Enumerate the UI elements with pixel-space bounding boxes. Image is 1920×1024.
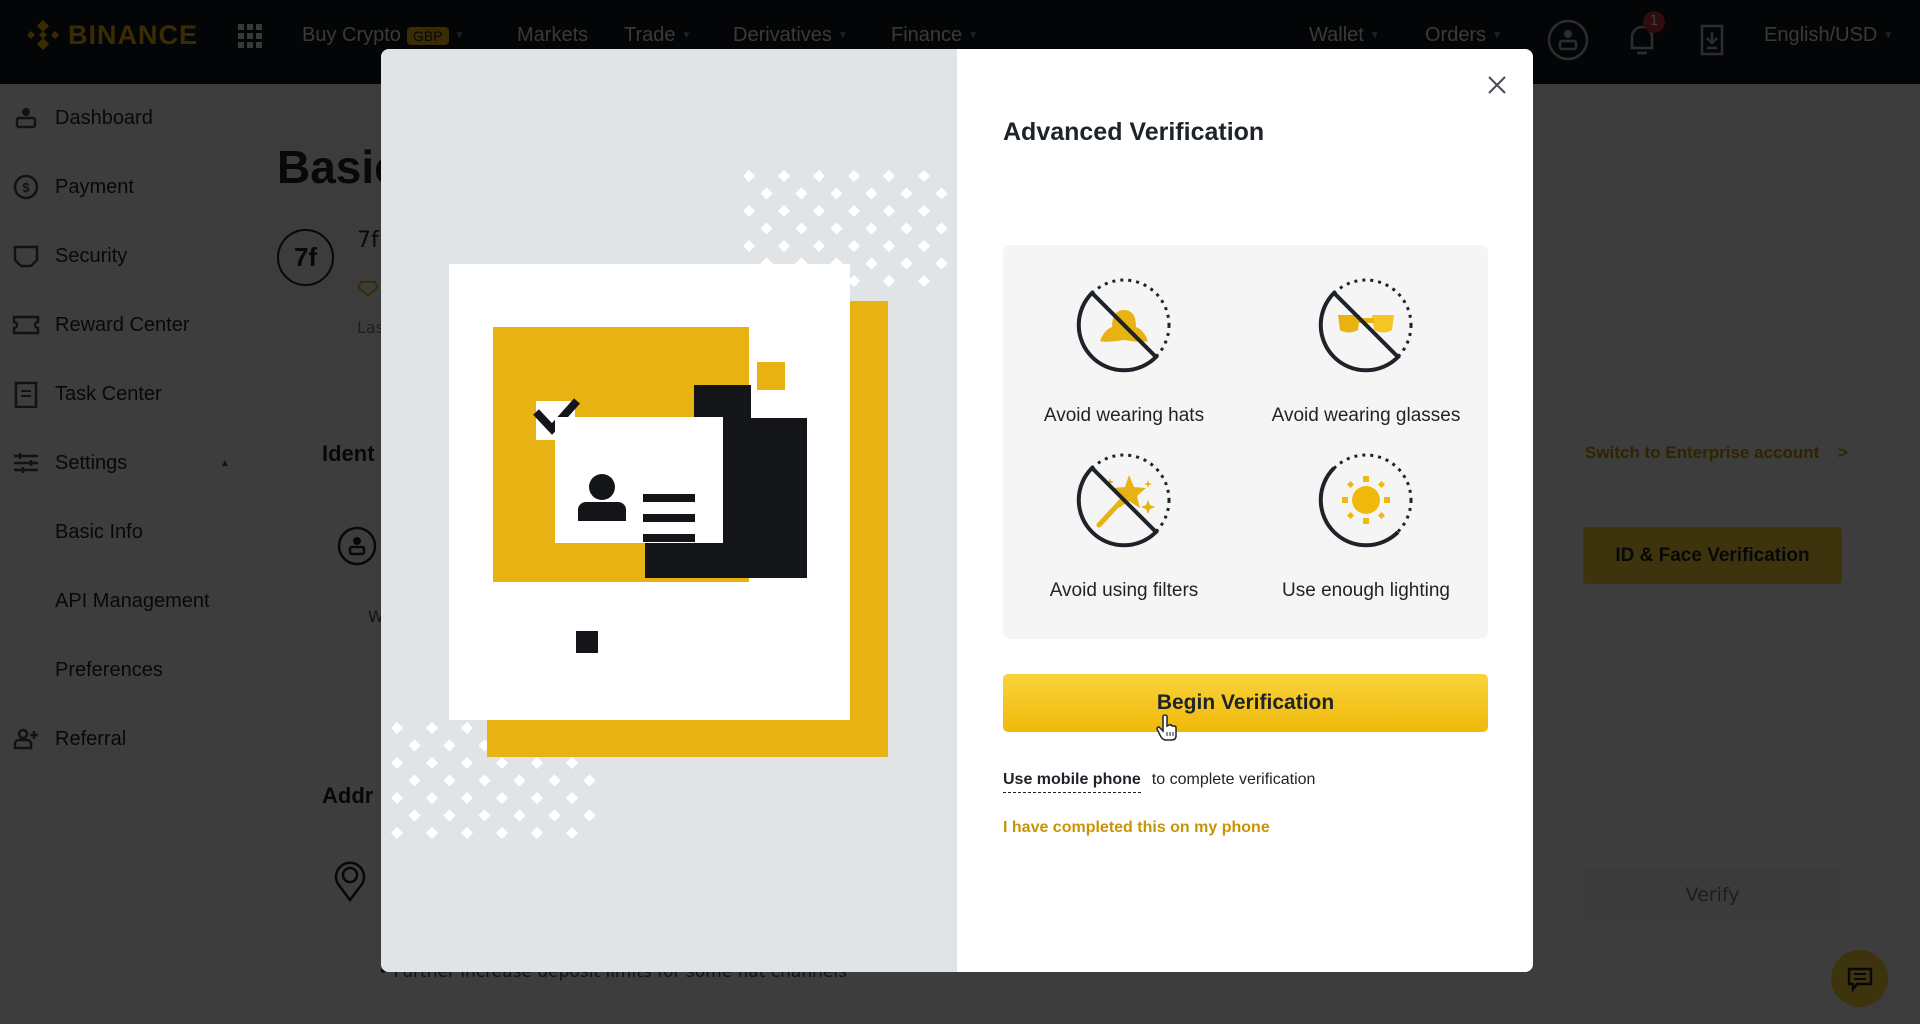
decorative-dot — [426, 722, 438, 734]
decorative-dot — [513, 774, 526, 787]
decorative-dot — [583, 809, 596, 822]
id-card — [555, 417, 723, 543]
decorative-dot — [461, 722, 473, 734]
decorative-dot — [548, 774, 561, 787]
decorative-dot — [935, 187, 948, 200]
no-hat-icon — [1076, 278, 1171, 373]
decorative-dot — [743, 240, 755, 252]
decorative-dot — [496, 757, 508, 769]
decorative-dot — [391, 827, 403, 839]
decorative-dot — [883, 275, 895, 287]
tip-label: Avoid wearing glasses — [1271, 405, 1461, 426]
decorative-dot — [478, 809, 491, 822]
modal-title: Advanced Verification — [1003, 118, 1265, 146]
decorative-dot — [813, 205, 825, 217]
decorative-dot — [743, 170, 755, 182]
decorative-dot — [918, 275, 930, 287]
decorative-dot — [583, 774, 596, 787]
decorative-dot — [935, 222, 948, 235]
decorative-dot — [391, 792, 403, 804]
decorative-dot — [478, 774, 491, 787]
decorative-dot — [778, 205, 790, 217]
decorative-dot — [391, 757, 403, 769]
decorative-dot — [548, 809, 561, 822]
decorative-dot — [865, 257, 878, 270]
decorative-dot — [760, 222, 773, 235]
decorative-dot — [883, 205, 895, 217]
decorative-dot — [443, 809, 456, 822]
mobile-suffix-text: to complete verification — [1151, 771, 1316, 788]
decorative-dot — [408, 809, 421, 822]
decorative-dot — [813, 240, 825, 252]
decorative-dot — [566, 827, 578, 839]
decorative-dot — [935, 257, 948, 270]
no-filter-icon — [1076, 453, 1171, 548]
decorative-dot — [531, 792, 543, 804]
tip-label: Avoid wearing hats — [1043, 405, 1205, 426]
decorative-dot — [865, 187, 878, 200]
tip-enough-lighting: Use enough lighting — [1245, 450, 1487, 602]
decorative-dot — [531, 757, 543, 769]
decorative-dot — [883, 240, 895, 252]
decorative-dot — [391, 722, 403, 734]
decorative-dot — [496, 792, 508, 804]
decorative-dot — [531, 827, 543, 839]
decorative-dot — [900, 222, 913, 235]
decorative-dot — [918, 170, 930, 182]
decorative-dot — [513, 809, 526, 822]
decorative-dot — [778, 170, 790, 182]
decorative-dot — [830, 222, 843, 235]
tip-no-filters: Avoid using filters — [1003, 450, 1245, 602]
tip-no-hats: Avoid wearing hats — [1003, 275, 1245, 427]
decorative-dot — [918, 205, 930, 217]
decorative-dot — [443, 774, 456, 787]
decorative-dot — [830, 187, 843, 200]
decorative-dot — [408, 739, 421, 752]
decorative-dot — [461, 757, 473, 769]
decorative-dot — [883, 170, 895, 182]
decorative-dot — [566, 792, 578, 804]
decorative-dot — [443, 739, 456, 752]
hand-pointer-cursor-icon — [1156, 714, 1177, 741]
decorative-dot — [848, 240, 860, 252]
begin-verification-button[interactable]: Begin Verification — [1003, 674, 1488, 732]
decorative-dot — [865, 222, 878, 235]
tip-no-glasses: Avoid wearing glasses — [1245, 275, 1487, 427]
decorative-dot — [848, 205, 860, 217]
id-card-person-icon — [589, 474, 615, 500]
no-glasses-icon — [1318, 278, 1413, 373]
decorative-dot — [813, 170, 825, 182]
advanced-verification-modal: Advanced Verification Avoid wearing hats… — [381, 49, 1533, 972]
completed-on-phone-link[interactable]: I have completed this on my phone — [1003, 819, 1270, 837]
decorative-dot — [795, 222, 808, 235]
decorative-dot — [918, 240, 930, 252]
decorative-dot — [778, 240, 790, 252]
decorative-dot — [496, 827, 508, 839]
decorative-dot — [566, 757, 578, 769]
tip-label: Avoid using filters — [1049, 580, 1199, 601]
sun-icon — [1318, 453, 1413, 548]
decorative-dot — [426, 792, 438, 804]
id-card-illustration — [391, 170, 948, 839]
mobile-verification-line: Use mobile phone to complete verificatio… — [1003, 771, 1315, 793]
decorative-dot — [461, 827, 473, 839]
decorative-dot — [461, 792, 473, 804]
decorative-dot — [743, 205, 755, 217]
use-mobile-phone-link[interactable]: Use mobile phone — [1003, 771, 1141, 793]
decorative-dot — [426, 827, 438, 839]
decorative-dot — [900, 187, 913, 200]
decorative-dot — [408, 774, 421, 787]
close-icon — [1488, 76, 1506, 94]
decorative-dot — [795, 187, 808, 200]
close-button[interactable] — [1483, 71, 1511, 99]
decorative-dot — [760, 187, 773, 200]
decorative-dot — [900, 257, 913, 270]
illustration-small-yellow-square — [757, 362, 785, 390]
modal-illustration-panel — [381, 49, 957, 972]
verification-tips: Avoid wearing hats Avoid wearing glasses — [1003, 245, 1488, 639]
decorative-dot — [426, 757, 438, 769]
illustration-small-black-square — [576, 631, 598, 653]
decorative-dot — [848, 170, 860, 182]
tip-label: Use enough lighting — [1282, 580, 1450, 601]
